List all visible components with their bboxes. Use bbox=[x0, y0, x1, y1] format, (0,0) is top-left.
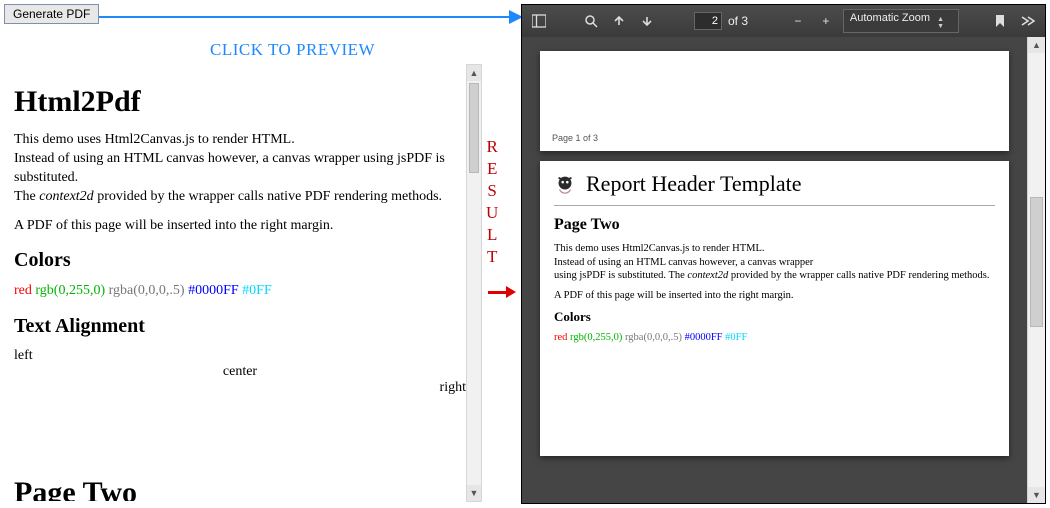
intro-line-2: Instead of using an HTML canvas however,… bbox=[14, 150, 466, 188]
click-to-preview-label: CLICK TO PREVIEW bbox=[210, 40, 375, 60]
colors-heading: Colors bbox=[14, 249, 466, 272]
pdf-intro-3: using jsPDF is substituted. The context2… bbox=[554, 269, 995, 283]
align-left-sample: left bbox=[14, 348, 466, 364]
page-total-label: of 3 bbox=[728, 14, 748, 28]
pdf-intro-4: A PDF of this page will be inserted into… bbox=[554, 289, 995, 303]
result-arrow-icon bbox=[488, 283, 516, 301]
scroll-thumb[interactable] bbox=[469, 83, 479, 173]
zoom-in-icon[interactable]: + bbox=[815, 10, 837, 32]
align-center-sample: center bbox=[14, 364, 466, 380]
pdf-toolbar: of 3 − + Automatic Zoom ▲▼ bbox=[522, 5, 1045, 37]
zoom-select[interactable]: Automatic Zoom ▲▼ bbox=[843, 9, 959, 33]
zoom-stepper-icon[interactable]: ▲▼ bbox=[937, 16, 944, 30]
scroll-down-icon[interactable]: ▼ bbox=[1028, 487, 1045, 503]
prev-page-icon[interactable] bbox=[608, 10, 630, 32]
pdf-viewer: of 3 − + Automatic Zoom ▲▼ Page 1 of 3 bbox=[521, 4, 1046, 504]
color-samples: red rgb(0,255,0) rgba(0,0,0,.5) #0000FF … bbox=[14, 282, 466, 301]
pdf-intro-2: Instead of using an HTML canvas however,… bbox=[554, 256, 995, 270]
intro-line-1: This demo uses Html2Canvas.js to render … bbox=[14, 131, 466, 150]
intro-line-3: The context2d provided by the wrapper ca… bbox=[14, 188, 466, 207]
page-two-heading: Page Two bbox=[14, 476, 466, 501]
left-scrollbar[interactable]: ▲ ▼ bbox=[466, 64, 482, 502]
scroll-up-icon[interactable]: ▲ bbox=[1028, 37, 1045, 53]
intro-line-4: A PDF of this page will be inserted into… bbox=[14, 217, 466, 236]
page-number-input[interactable] bbox=[694, 12, 722, 30]
bookmark-icon[interactable] bbox=[989, 10, 1011, 32]
scroll-up-icon[interactable]: ▲ bbox=[467, 65, 481, 81]
tools-icon[interactable] bbox=[1017, 10, 1039, 32]
next-page-icon[interactable] bbox=[636, 10, 658, 32]
text-alignment-heading: Text Alignment bbox=[14, 315, 466, 338]
pdf-page-1: Page 1 of 3 bbox=[540, 51, 1009, 151]
result-label: R E S U L T bbox=[486, 136, 499, 269]
generate-pdf-button[interactable]: Generate PDF bbox=[4, 4, 99, 24]
pdf-intro-1: This demo uses Html2Canvas.js to render … bbox=[554, 242, 995, 256]
scroll-thumb[interactable] bbox=[1030, 197, 1043, 327]
page-title: Html2Pdf bbox=[14, 85, 466, 119]
zoom-out-icon[interactable]: − bbox=[787, 10, 809, 32]
arrow-line bbox=[99, 16, 511, 18]
page-footer-label: Page 1 of 3 bbox=[552, 133, 598, 143]
report-header: Report Header Template bbox=[554, 171, 995, 206]
scroll-down-icon[interactable]: ▼ bbox=[467, 485, 481, 501]
pdf-color-samples: red rgb(0,255,0) rgba(0,0,0,.5) #0000FF … bbox=[554, 331, 995, 345]
sidebar-toggle-icon[interactable] bbox=[528, 10, 550, 32]
pdf-page2-heading: Page Two bbox=[554, 216, 995, 234]
align-right-sample: right bbox=[14, 380, 466, 396]
pdf-page-2: Report Header Template Page Two This dem… bbox=[540, 161, 1009, 456]
pdf-page-area[interactable]: Page 1 of 3 Report Header Template Page … bbox=[522, 37, 1027, 503]
search-icon[interactable] bbox=[580, 10, 602, 32]
pdf-scrollbar[interactable]: ▲ ▼ bbox=[1027, 37, 1045, 503]
pdf-colors-heading: Colors bbox=[554, 309, 995, 325]
source-html-pane: Html2Pdf This demo uses Html2Canvas.js t… bbox=[14, 65, 466, 501]
octocat-icon bbox=[554, 173, 576, 195]
